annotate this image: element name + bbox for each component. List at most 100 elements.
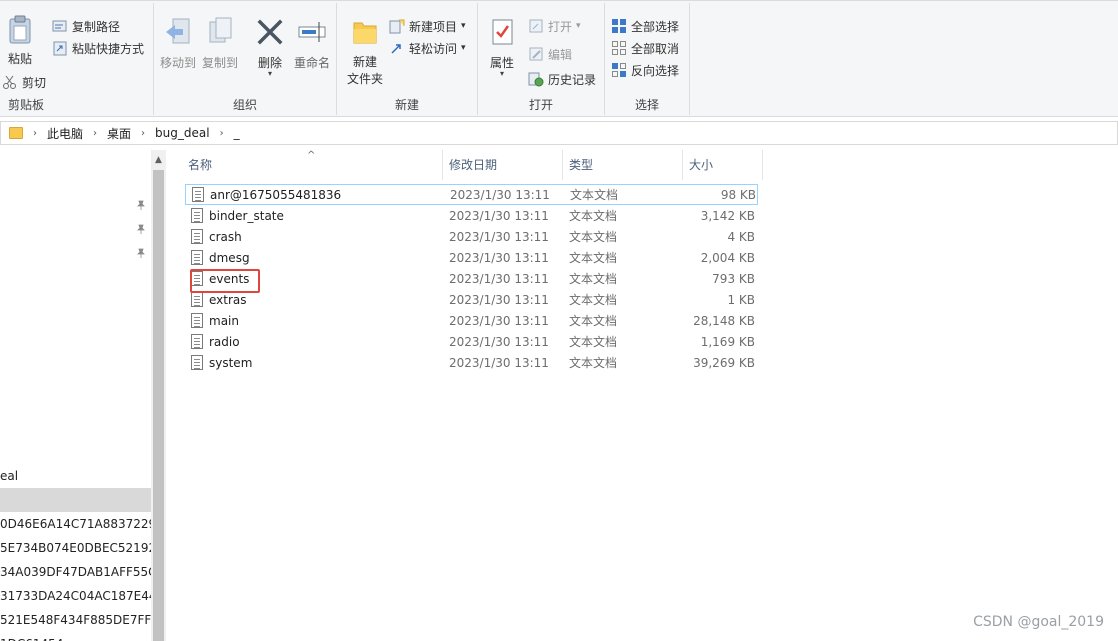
chevron-right-icon[interactable]: › — [29, 128, 41, 139]
chevron-down-icon: ▾ — [499, 69, 504, 78]
copy-to-icon — [209, 17, 232, 43]
copy-path-button[interactable]: 复制路径 — [52, 16, 120, 36]
edit-label: 编辑 — [548, 47, 573, 62]
open-icon — [528, 18, 544, 34]
nav-item-selected[interactable] — [0, 488, 151, 512]
file-row[interactable]: dmesg 2023/1/30 13:11 文本文档 2,004 KB — [185, 247, 758, 268]
copy-to-label: 复制到 — [201, 56, 238, 70]
nav-item[interactable]: 521E548F434F885DE7FF4B — [0, 608, 151, 632]
navigation-pane: eal 0D46E6A14C71A88372295 5E734B074E0DBE… — [0, 150, 151, 641]
file-date: 2023/1/30 13:11 — [449, 208, 549, 223]
select-none-button[interactable]: 全部取消 — [611, 38, 679, 58]
chevron-down-icon: ▾ — [461, 43, 466, 53]
folder-icon — [9, 127, 23, 139]
group-select: 全部选择 全部取消 反向选择 选择 — [605, 3, 690, 115]
clipboard-group-label: 剪贴板 — [8, 98, 45, 112]
ribbon: 粘贴 复制路径 粘贴快捷方式 剪切 剪贴板 移动到 复制到 删除 ▾ 重命名 组… — [0, 0, 1118, 117]
cut-button[interactable]: 剪切 — [2, 72, 46, 92]
nav-item[interactable]: 1DC61454 — [0, 632, 151, 641]
file-row[interactable]: radio 2023/1/30 13:11 文本文档 1,169 KB — [185, 331, 758, 352]
column-type-header[interactable]: 类型 — [563, 150, 683, 180]
file-row[interactable]: crash 2023/1/30 13:11 文本文档 4 KB — [185, 226, 758, 247]
invert-selection-button[interactable]: 反向选择 — [611, 60, 679, 80]
file-name-cell[interactable]: system — [185, 355, 447, 370]
breadcrumb-desktop[interactable]: 桌面 — [101, 125, 137, 142]
new-item-button[interactable]: 新建项目 ▾ — [389, 16, 466, 36]
paste-icon — [9, 15, 31, 44]
file-date: 2023/1/30 13:11 — [449, 229, 549, 244]
file-row[interactable]: binder_state 2023/1/30 13:11 文本文档 3,142 KB — [185, 205, 758, 226]
file-name-cell[interactable]: anr@1675055481836 — [186, 187, 448, 202]
properties-button[interactable]: 属性 ▾ — [482, 17, 522, 78]
column-size-header[interactable]: 大小 — [683, 150, 763, 180]
column-date-header[interactable]: 修改日期 — [443, 150, 563, 180]
invert-selection-label: 反向选择 — [631, 63, 680, 78]
nav-item[interactable]: 31733DA24C04AC187E441 — [0, 584, 151, 608]
nav-item[interactable]: 5E734B074E0DBEC52192B — [0, 536, 151, 560]
scrollbar-thumb[interactable] — [153, 170, 164, 641]
file-type: 文本文档 — [569, 272, 618, 286]
file-name: anr@1675055481836 — [210, 187, 342, 202]
delete-x-icon — [257, 19, 283, 45]
scroll-up-arrow-icon[interactable]: ▲ — [151, 152, 166, 168]
select-all-button[interactable]: 全部选择 — [611, 16, 679, 36]
file-type: 文本文档 — [569, 356, 618, 370]
highlight-box — [190, 269, 260, 293]
chevron-right-icon[interactable]: › — [216, 128, 228, 139]
breadcrumb-current[interactable]: _ — [228, 126, 246, 140]
easy-access-button[interactable]: 轻松访问 ▾ — [389, 38, 466, 58]
file-name: dmesg — [209, 250, 250, 265]
move-to-button[interactable]: 移动到 — [158, 17, 198, 71]
file-row[interactable]: extras 2023/1/30 13:11 文本文档 1 KB — [185, 289, 758, 310]
file-name-cell[interactable]: extras — [185, 292, 447, 307]
file-row[interactable]: events 2023/1/30 13:11 文本文档 793 KB — [185, 268, 758, 289]
rename-icon — [298, 22, 326, 42]
chevron-right-icon[interactable]: › — [137, 128, 149, 139]
file-name-cell[interactable]: binder_state — [185, 208, 447, 223]
file-type: 文本文档 — [569, 251, 618, 265]
paste-button[interactable]: 粘贴 — [4, 15, 36, 67]
chevron-right-icon[interactable]: › — [89, 128, 101, 139]
open-label: 打开 — [548, 19, 573, 34]
file-name-cell[interactable]: radio — [185, 334, 447, 349]
file-size: 1 KB — [727, 292, 755, 307]
text-file-icon — [191, 208, 203, 223]
copy-to-button[interactable]: 复制到 — [200, 17, 240, 71]
breadcrumb-bug-deal[interactable]: bug_deal — [149, 126, 216, 140]
edit-button[interactable]: 编辑 — [528, 44, 572, 64]
paste-shortcut-button[interactable]: 粘贴快捷方式 — [52, 38, 144, 58]
rename-button[interactable]: 重命名 — [290, 17, 334, 71]
new-folder-button[interactable]: 新建 文件夹 — [343, 17, 387, 88]
file-name-cell[interactable]: dmesg — [185, 250, 447, 265]
nav-item[interactable]: eal — [0, 464, 151, 488]
rename-label: 重命名 — [293, 56, 330, 70]
pin-icon[interactable] — [136, 200, 146, 210]
breadcrumb-this-pc[interactable]: 此电脑 — [41, 125, 89, 142]
new-folder-label-1: 新建 — [352, 55, 377, 69]
nav-item[interactable]: 34A039DF47DAB1AFF55CC — [0, 560, 151, 584]
text-file-icon — [191, 229, 203, 244]
address-bar[interactable]: › 此电脑 › 桌面 › bug_deal › _ — [0, 121, 1118, 145]
file-row[interactable]: system 2023/1/30 13:11 文本文档 39,269 KB — [185, 352, 758, 373]
nav-item[interactable]: 0D46E6A14C71A88372295 — [0, 512, 151, 536]
new-group-label: 新建 — [394, 98, 419, 112]
nav-scrollbar[interactable]: ▲ — [151, 150, 166, 641]
file-name-cell[interactable]: crash — [185, 229, 447, 244]
open-button[interactable]: 打开 ▾ — [528, 16, 581, 36]
file-name-cell[interactable]: main — [185, 313, 447, 328]
text-file-icon — [192, 187, 204, 202]
history-button[interactable]: 历史记录 — [528, 69, 596, 89]
file-type: 文本文档 — [569, 335, 618, 349]
chevron-down-icon: ▾ — [576, 21, 581, 31]
pin-icon[interactable] — [136, 224, 146, 234]
file-row[interactable]: anr@1675055481836 2023/1/30 13:11 文本文档 98 K… — [185, 184, 758, 205]
pin-icon[interactable] — [136, 248, 146, 258]
cut-label: 剪切 — [22, 75, 47, 90]
file-name: main — [209, 313, 239, 328]
file-row[interactable]: main 2023/1/30 13:11 文本文档 28,148 KB — [185, 310, 758, 331]
move-to-icon — [166, 18, 190, 44]
file-date: 2023/1/30 13:11 — [449, 355, 549, 370]
copy-path-label: 复制路径 — [72, 19, 121, 34]
column-name-header[interactable]: 名称 — [182, 150, 443, 180]
delete-button[interactable]: 删除 ▾ — [252, 17, 288, 78]
